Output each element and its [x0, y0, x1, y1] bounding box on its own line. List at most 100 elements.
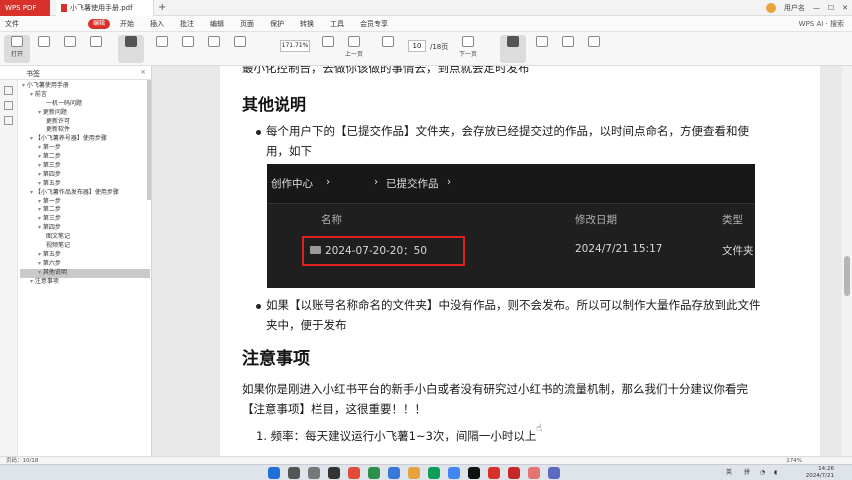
vertical-scrollbar[interactable] — [842, 66, 852, 456]
close-icon[interactable]: × — [140, 68, 146, 76]
menu-insert[interactable]: 插入 — [150, 19, 164, 29]
play-button[interactable] — [58, 36, 82, 60]
read-mode-button[interactable] — [119, 36, 143, 60]
prev-page-button[interactable]: 上一页 — [342, 36, 366, 60]
screenshot-button[interactable] — [501, 36, 525, 60]
page-total: /18页 — [430, 43, 449, 51]
screenshot-breadcrumb-bar: 创作中心 › › 已提交作品 › — [267, 164, 755, 204]
app-tab[interactable]: WPS PDF — [0, 0, 50, 16]
bookmark-item[interactable]: ▾ 其他说明 — [20, 268, 150, 278]
volume-icon[interactable]: ◖ — [774, 467, 777, 479]
fit-page-button[interactable] — [228, 36, 252, 60]
wifi-icon[interactable]: ◔ — [760, 467, 765, 479]
wps-icon[interactable] — [488, 467, 500, 479]
bookmark-label: 视频笔记 — [46, 242, 71, 250]
single-page-button[interactable] — [316, 36, 340, 60]
avatar[interactable] — [765, 3, 776, 13]
bookmark-item[interactable]: ▾ 【小飞薯作品发布器】使用步骤 — [20, 189, 150, 198]
app-icon-3[interactable] — [368, 467, 380, 479]
annotation-icon[interactable] — [4, 116, 13, 125]
windows-start-icon[interactable] — [268, 467, 280, 479]
maximize-icon[interactable]: ☐ — [828, 4, 834, 12]
bookmark-item[interactable]: ▾ 第一步 — [20, 144, 150, 153]
edit-badge[interactable]: 编辑 — [88, 19, 110, 29]
bookmark-item[interactable]: 视频笔记 — [20, 242, 150, 251]
bookmark-item[interactable]: ▾ 小飞薯使用手册 — [20, 82, 150, 91]
wechat-icon[interactable] — [428, 467, 440, 479]
new-tab-button[interactable]: + — [158, 0, 166, 16]
menu-convert[interactable]: 转换 — [300, 19, 314, 29]
scrollbar-thumb[interactable] — [844, 256, 850, 296]
menu-edit[interactable]: 编辑 — [210, 19, 224, 29]
browser-icon[interactable] — [448, 467, 460, 479]
auto-scroll-button[interactable] — [582, 36, 606, 60]
menu-tools[interactable]: 工具 — [330, 19, 344, 29]
bookmark-item[interactable]: ▾ 第三步 — [20, 162, 150, 171]
bookmark-item[interactable]: 图文笔记 — [20, 233, 150, 242]
document-tab[interactable]: 小飞薯使用手册.pdf — [56, 0, 154, 16]
minimize-icon[interactable]: — — [813, 4, 820, 12]
search-icon[interactable] — [288, 467, 300, 479]
bookmark-icon[interactable] — [4, 101, 13, 110]
find-button[interactable] — [176, 36, 200, 60]
menu-vip[interactable]: 会员专享 — [360, 19, 388, 29]
tray-ime[interactable]: 拼 — [744, 467, 750, 479]
app-icon-8[interactable] — [548, 467, 560, 479]
bookmark-item[interactable]: ▾ 更新问题 — [20, 109, 150, 118]
close-icon[interactable]: ✕ — [842, 4, 848, 12]
app-icon-2[interactable] — [348, 467, 360, 479]
menu-protect[interactable]: 保护 — [270, 19, 284, 29]
bookmark-item[interactable]: ▾ 第四步 — [20, 224, 150, 233]
menu-page[interactable]: 页面 — [240, 19, 254, 29]
bookmark-item[interactable]: 一机一码问题 — [20, 100, 150, 109]
open-button[interactable]: 打开 — [5, 36, 29, 60]
bookmark-item[interactable]: ▾ 第三步 — [20, 215, 150, 224]
menu-start[interactable]: 开始 — [120, 19, 134, 29]
task-view-icon[interactable] — [308, 467, 320, 479]
paragraph-line-2: 【注意事项】栏目，这很重要！！！ — [242, 402, 426, 416]
edit-text-button[interactable] — [84, 36, 108, 60]
bookmark-label: 第二步 — [42, 153, 61, 161]
bookmark-label: 第四步 — [42, 224, 61, 232]
user-name[interactable]: 用户名 — [784, 3, 805, 13]
bookmark-item[interactable]: 更新许可 — [20, 118, 150, 127]
bookmark-panel: 书签 × ▾ 小飞薯使用手册 ▾ 前言 一机一码问题 ▾ 更新问题 更新许可 更新软件 ▾ … — [0, 66, 152, 456]
zoom-input[interactable]: 171.71% — [280, 40, 310, 52]
app-icon-1[interactable] — [328, 467, 340, 479]
app-icon-6[interactable] — [508, 467, 520, 479]
bookmark-item[interactable]: ▾ 注意事项 — [20, 278, 150, 287]
clock[interactable]: 14:26 2024/7/21 — [806, 466, 834, 479]
next-page-button[interactable]: 下一页 — [456, 36, 480, 60]
bookmark-item[interactable]: ▾ 第四步 — [20, 171, 150, 180]
tray-language[interactable]: 英 — [726, 467, 732, 479]
embedded-screenshot: 创作中心 › › 已提交作品 › 名称 修改日期 类型 2024-07-20-2… — [267, 164, 755, 288]
read-aloud-button[interactable] — [556, 36, 580, 60]
bookmark-item[interactable]: 更新软件 — [20, 126, 150, 135]
bookmark-item[interactable]: ▾ 第五步 — [20, 251, 150, 260]
first-page-button[interactable] — [376, 36, 400, 60]
bookmark-item[interactable]: ▾ 【小飞薯养号器】使用步骤 — [20, 135, 150, 144]
bookmark-tab[interactable]: 书签 — [26, 69, 40, 79]
thumbnail-icon[interactable] — [4, 86, 13, 95]
menu-comment[interactable]: 批注 — [180, 19, 194, 29]
menu-file[interactable]: 文件 — [5, 19, 19, 29]
convert-button[interactable] — [32, 36, 56, 60]
bookmark-item[interactable]: ▾ 第五步 — [20, 180, 150, 189]
bookmark-item[interactable]: ▾ 第二步 — [20, 153, 150, 162]
menu-bar: 文件 开始 插入 批注 编辑 页面 保护 转换 工具 会员专享 编辑 WPS A… — [0, 16, 852, 32]
rotate-button[interactable] — [202, 36, 226, 60]
app-icon-5[interactable] — [468, 467, 480, 479]
bookmark-item[interactable]: ▾ 第六步 — [20, 260, 150, 269]
background-button[interactable] — [150, 36, 174, 60]
toolbar: 打开 171.71% 上一页 10 /18页 下一页 — [0, 32, 852, 66]
breadcrumb-creation-center: 创作中心 — [271, 178, 313, 190]
paragraph-line: 最小化控制台，去做你该做的事情去，到点就会定时发布 — [242, 66, 530, 75]
document-viewer[interactable]: 最小化控制台，去做你该做的事情去，到点就会定时发布 其他说明 每个用户下的【已提… — [152, 66, 842, 456]
page-number-input[interactable]: 10 — [408, 40, 426, 52]
menu-search[interactable]: WPS AI · 搜索 — [799, 19, 844, 29]
bookmark-item[interactable]: ▾ 前言 — [20, 91, 150, 100]
folder-app-icon[interactable] — [408, 467, 420, 479]
app-icon-4[interactable] — [388, 467, 400, 479]
app-icon-7[interactable] — [528, 467, 540, 479]
translate-button[interactable] — [530, 36, 554, 60]
